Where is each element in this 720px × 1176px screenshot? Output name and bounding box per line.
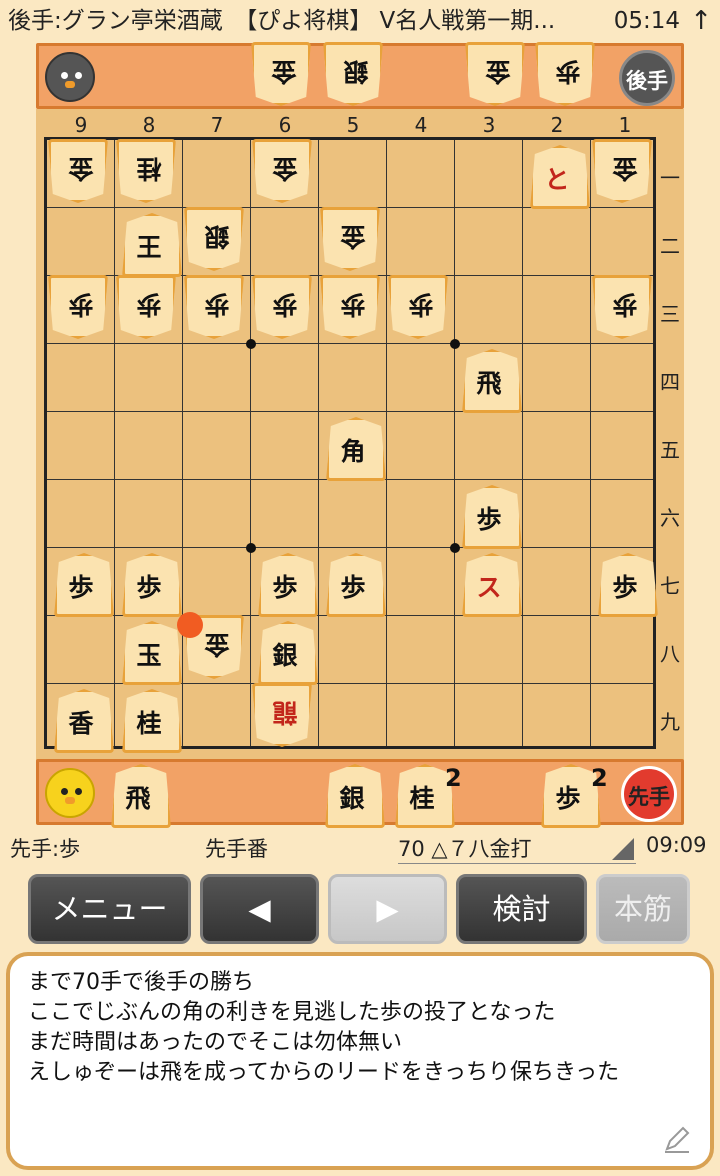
board-piece[interactable]: 歩 (54, 553, 108, 611)
board-star-point (246, 339, 256, 349)
gote-side-badge: 後手 (619, 50, 675, 106)
rank-label: 七 (660, 574, 680, 598)
board-piece[interactable]: 歩 (122, 553, 176, 611)
board-piece[interactable]: 金 (54, 145, 108, 203)
window-title: 後手:グラン亭栄酒蔵 【ぴよ将棋】 V名人戦第一期... (8, 8, 556, 34)
rank-label: 四 (660, 370, 680, 394)
avatar-eye-icon (75, 72, 82, 79)
comment-box[interactable]: まで70手で後手の勝ち ここでじぶんの角の利きを見逃した歩の投了となった まだ時… (6, 952, 714, 1170)
comment-line: まで70手で後手の勝ち (28, 970, 254, 995)
board-piece[interactable]: 歩 (598, 281, 652, 339)
board-star-point (450, 339, 460, 349)
comment-line: まだ時間はあったのでそこは勿体無い (28, 1030, 403, 1055)
board-piece[interactable]: 歩 (326, 281, 380, 339)
sente-side-badge: 先手 (621, 766, 677, 822)
file-label: 6 (278, 113, 292, 137)
board-star-point (450, 543, 460, 553)
board-piece[interactable]: 金 (326, 213, 380, 271)
file-label: 9 (74, 113, 88, 137)
clock: 05:14 (613, 8, 680, 34)
board-piece[interactable]: 飛 (462, 349, 516, 407)
forward-button[interactable]: ▶ (328, 874, 447, 944)
avatar-beak-icon (65, 797, 75, 804)
file-label: 2 (550, 113, 564, 137)
board-star-point (246, 543, 256, 553)
board-piece[interactable]: 歩 (54, 281, 108, 339)
board-piece[interactable]: 銀 (190, 213, 244, 271)
board-piece[interactable]: 銀 (258, 621, 312, 679)
avatar-eye-icon (75, 788, 82, 795)
board-piece[interactable]: 歩 (190, 281, 244, 339)
rank-label: 九 (660, 710, 680, 734)
sente-hand-piece[interactable]: 桂 (395, 764, 449, 822)
file-label: 5 (346, 113, 360, 137)
hand-count: 2 (591, 764, 608, 792)
sente-hand-bar: 飛銀桂2歩2 先手 (36, 759, 684, 825)
board-piece[interactable]: 玉 (122, 621, 176, 679)
board-piece[interactable]: 金 (598, 145, 652, 203)
board-piece[interactable]: 香 (54, 689, 108, 747)
up-arrow-icon[interactable]: ↑ (690, 0, 712, 42)
comment-line: えしゅぞーは飛を成ってからのリードをきっちり保ちきった (28, 1060, 620, 1085)
gote-hand-piece[interactable]: 金 (257, 48, 311, 106)
gote-hand-bar: 金銀金歩 後手 (36, 43, 684, 109)
info-row: 先手:歩 先手番 70 △７八金打 09:09 (0, 830, 720, 864)
honsuji-button[interactable]: 本筋 (596, 874, 690, 944)
sente-hand-piece[interactable]: 飛 (111, 764, 165, 822)
kento-button[interactable]: 検討 (456, 874, 587, 944)
gote-avatar[interactable] (45, 52, 95, 102)
board-piece[interactable]: 龍 (258, 689, 312, 747)
sente-avatar[interactable] (45, 768, 95, 818)
menu-button[interactable]: メニュー (28, 874, 191, 944)
board-piece[interactable]: 歩 (326, 553, 380, 611)
rank-label: 八 (660, 642, 680, 666)
board-piece[interactable]: 桂 (122, 145, 176, 203)
avatar-eye-icon (61, 788, 68, 795)
rank-label: 五 (660, 438, 680, 462)
rank-label: 二 (660, 234, 680, 258)
board-piece[interactable]: 歩 (598, 553, 652, 611)
gote-hand-piece[interactable]: 銀 (329, 48, 383, 106)
rank-label: 一 (660, 166, 680, 190)
board-piece[interactable]: 歩 (258, 553, 312, 611)
avatar-beak-icon (65, 81, 75, 88)
gote-hand-piece[interactable]: 歩 (541, 48, 595, 106)
board-piece[interactable]: 歩 (394, 281, 448, 339)
board-piece[interactable]: 歩 (122, 281, 176, 339)
sente-hand-text: 先手:歩 (10, 837, 81, 861)
sente-hand-piece[interactable]: 銀 (325, 764, 379, 822)
last-move-marker (177, 612, 203, 638)
file-label: 3 (482, 113, 496, 137)
file-label: 7 (210, 113, 224, 137)
file-label: 4 (414, 113, 428, 137)
status-bar: 後手:グラン亭栄酒蔵 【ぴよ将棋】 V名人戦第一期... 05:14 ↑ (0, 0, 720, 42)
elapsed-time: 09:09 (646, 833, 707, 857)
file-label: 1 (618, 113, 632, 137)
gote-hand-piece[interactable]: 金 (471, 48, 525, 106)
sente-hand-piece[interactable]: 歩 (541, 764, 595, 822)
hand-count: 2 (445, 764, 462, 792)
board-piece[interactable]: ス (462, 553, 516, 611)
board-piece[interactable]: 歩 (258, 281, 312, 339)
rank-label: 六 (660, 506, 680, 530)
board-piece[interactable]: 歩 (462, 485, 516, 543)
file-label: 8 (142, 113, 156, 137)
board-piece[interactable]: と (530, 145, 584, 203)
board-piece[interactable]: 金 (258, 145, 312, 203)
back-button[interactable]: ◀ (200, 874, 319, 944)
rank-label: 三 (660, 302, 680, 326)
board-area: 金桂金と金王銀金歩歩歩歩歩歩歩飛角歩歩歩歩歩ス歩玉金銀香桂龍 987654321… (36, 109, 684, 761)
avatar-eye-icon (61, 72, 68, 79)
current-move-select[interactable]: 70 △７八金打 (398, 833, 636, 864)
board-piece[interactable]: 桂 (122, 689, 176, 747)
shogi-board[interactable]: 金桂金と金王銀金歩歩歩歩歩歩歩飛角歩歩歩歩歩ス歩玉金銀香桂龍 (44, 137, 656, 749)
pencil-edit-icon[interactable] (662, 1124, 692, 1154)
board-piece[interactable]: 王 (122, 213, 176, 271)
dropdown-corner-icon[interactable] (612, 838, 634, 860)
turn-text: 先手番 (205, 837, 268, 861)
board-piece[interactable]: 角 (326, 417, 380, 475)
comment-line: ここでじぶんの角の利きを見逃した歩の投了となった (28, 1000, 556, 1025)
